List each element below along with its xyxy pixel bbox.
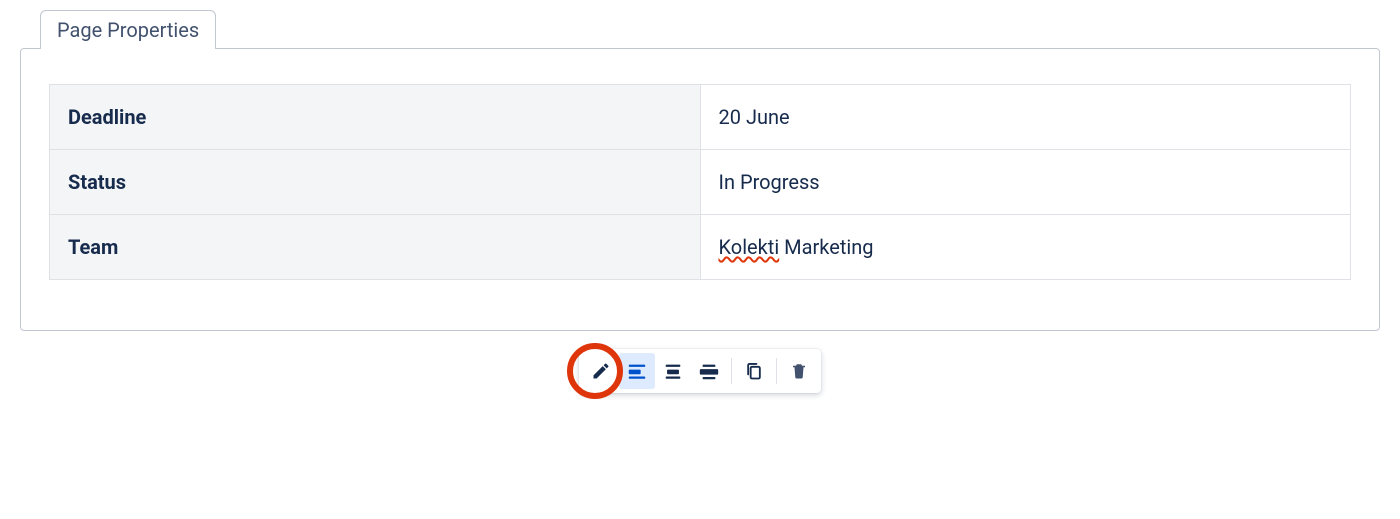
tab-page-properties[interactable]: Page Properties [40,10,216,49]
macro-toolbar [579,349,821,393]
property-label: Deadline [50,85,701,150]
table-row: TeamKolekti Marketing [50,215,1351,280]
copy-button[interactable] [736,353,772,389]
align-left-icon [626,360,648,382]
property-value[interactable]: Kolekti Marketing [700,215,1351,280]
table-row: StatusIn Progress [50,150,1351,215]
property-label: Team [50,215,701,280]
align-wide-button[interactable] [691,353,727,389]
property-value[interactable]: In Progress [700,150,1351,215]
align-wide-icon [698,360,720,382]
align-left-button[interactable] [619,353,655,389]
align-center-icon [662,360,684,382]
toolbar-separator [731,358,732,384]
property-label: Status [50,150,701,215]
edit-button[interactable] [583,353,619,389]
toolbar-separator [776,358,777,384]
delete-button[interactable] [781,353,817,389]
page-properties-panel: Deadline20 JuneStatusIn ProgressTeamKole… [20,48,1380,331]
trash-icon [790,362,808,380]
table-row: Deadline20 June [50,85,1351,150]
properties-table: Deadline20 JuneStatusIn ProgressTeamKole… [49,84,1351,280]
copy-icon [744,361,764,381]
properties-table-body: Deadline20 JuneStatusIn ProgressTeamKole… [50,85,1351,280]
pencil-icon [591,361,611,381]
spellcheck-word: Kolekti [719,235,780,259]
property-value[interactable]: 20 June [700,85,1351,150]
align-center-button[interactable] [655,353,691,389]
